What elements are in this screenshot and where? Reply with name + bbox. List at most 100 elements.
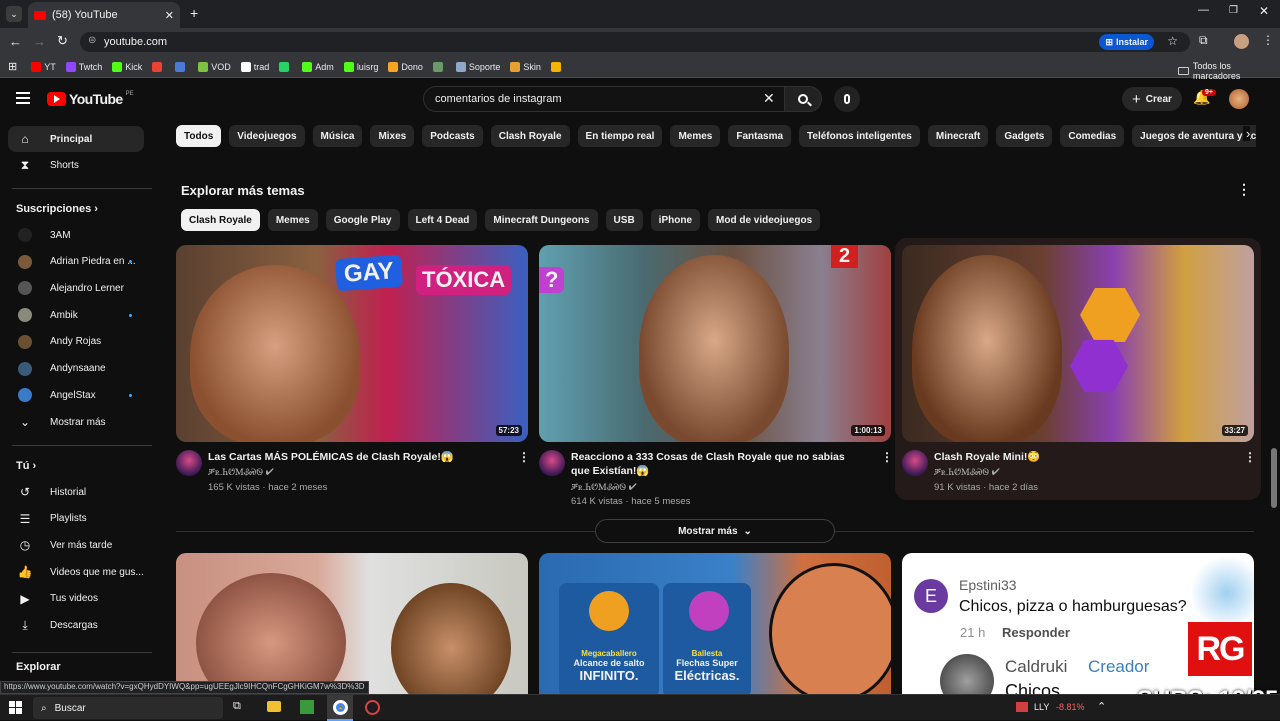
subscription-item[interactable]: Alejandro Lerner xyxy=(8,275,144,301)
tab-list-button[interactable]: ⌄ xyxy=(6,6,22,22)
channel-avatar[interactable] xyxy=(902,450,928,476)
show-more-subscriptions[interactable]: ⌄ Mostrar más xyxy=(8,409,144,435)
explore-chip-6[interactable]: iPhone xyxy=(650,209,701,231)
file-explorer-icon[interactable] xyxy=(267,701,281,712)
subscription-item[interactable]: Andynsaane xyxy=(8,356,144,382)
sidebar-item-watch-later[interactable]: ◷ Ver más tarde xyxy=(8,532,144,558)
site-info-icon[interactable]: ⊜ xyxy=(88,35,96,46)
channel-avatar[interactable] xyxy=(539,450,565,476)
guide-menu-icon[interactable] xyxy=(16,92,30,104)
address-bar[interactable]: ⊜ youtube.com ⊞ Instalar ☆ xyxy=(80,32,1190,52)
bookmark-item[interactable]: Dono xyxy=(388,61,423,72)
explore-chip-4[interactable]: Minecraft Dungeons xyxy=(485,209,598,231)
subscription-item[interactable]: Andy Rojas xyxy=(8,329,144,355)
bookmark-item[interactable]: Kick xyxy=(112,61,142,72)
channel-name[interactable]: ቓꭱ.ᏂᏬᎷᏰᏍᏫ ✔ xyxy=(571,480,637,495)
chip-8[interactable]: Fantasma xyxy=(728,125,792,147)
bookmark-item[interactable] xyxy=(550,61,564,72)
chip-5[interactable]: Clash Royale xyxy=(490,125,570,147)
sidebar-item-history[interactable]: ↺ Historial xyxy=(8,479,144,505)
windows-start-icon[interactable] xyxy=(9,701,22,714)
show-more-button[interactable]: Mostrar más ⌄ xyxy=(595,519,835,543)
subscriptions-header[interactable]: Suscripciones › xyxy=(16,203,98,215)
subscription-item[interactable]: 3AM xyxy=(8,222,144,248)
video-thumbnail[interactable] xyxy=(176,553,528,694)
forward-icon[interactable]: → xyxy=(33,34,46,49)
reload-icon[interactable]: ↻ xyxy=(57,33,68,49)
subscription-item[interactable]: Adrian Piedra en ... xyxy=(8,249,144,275)
chip-2[interactable]: Música xyxy=(312,125,363,147)
chrome-icon[interactable] xyxy=(327,695,353,721)
back-icon[interactable]: ← xyxy=(9,34,22,49)
bookmark-item[interactable] xyxy=(175,61,188,72)
explore-chip-1[interactable]: Memes xyxy=(267,209,318,231)
video-menu-icon[interactable]: ⋮ xyxy=(881,450,893,464)
chip-9[interactable]: Teléfonos inteligentes xyxy=(799,125,920,147)
explore-chip-3[interactable]: Left 4 Dead xyxy=(407,209,478,231)
channel-name[interactable]: ቓꭱ.ᏂᏬᎷᏰᏍᏫ ✔ xyxy=(934,465,1000,480)
close-tab-icon[interactable]: ✕ xyxy=(165,9,174,22)
you-header[interactable]: Tú › xyxy=(16,460,36,472)
explore-chip-5[interactable]: USB xyxy=(605,209,643,231)
minimize-button[interactable]: — xyxy=(1198,4,1209,16)
sidebar-item-principal[interactable]: ⌂ Principal xyxy=(8,126,144,152)
channel-avatar[interactable] xyxy=(176,450,202,476)
browser-tab[interactable]: (58) YouTube ✕ xyxy=(28,2,180,28)
sidebar-item-liked[interactable]: 👍 Videos que me gus... xyxy=(8,559,144,585)
minecraft-icon[interactable] xyxy=(300,700,314,714)
bookmark-item[interactable]: trad xyxy=(240,61,269,72)
chip-6[interactable]: En tiempo real xyxy=(577,125,663,147)
app-icon[interactable] xyxy=(365,700,380,715)
video-thumbnail[interactable]: GAY TÓXICA 57:23 xyxy=(176,245,528,442)
restore-button[interactable]: ❐ xyxy=(1229,5,1238,16)
chip-3[interactable]: Mixes xyxy=(370,125,415,147)
youtube-logo[interactable]: YouTube PE xyxy=(47,91,134,107)
chip-1[interactable]: Videojuegos xyxy=(229,125,305,147)
search-input[interactable]: comentarios de instagram xyxy=(423,86,787,112)
extensions-icon[interactable]: ⧉ xyxy=(1199,33,1208,48)
create-button[interactable]: + Crear xyxy=(1122,87,1182,111)
bookmark-item[interactable] xyxy=(152,61,165,72)
sidebar-item-your-videos[interactable]: ▶ Tus videos xyxy=(8,586,144,612)
bookmark-item[interactable]: Skin xyxy=(510,61,541,72)
video-title[interactable]: Reacciono a 333 Cosas de Clash Royale qu… xyxy=(571,450,866,478)
subscription-item[interactable]: AngelStax xyxy=(8,382,144,408)
all-bookmarks[interactable]: Todos los marcadores xyxy=(1178,61,1280,81)
bookmark-item[interactable]: VOD xyxy=(198,61,231,72)
chip-10[interactable]: Minecraft xyxy=(927,125,989,147)
taskbar-search[interactable]: ⌕ Buscar xyxy=(33,697,223,719)
explore-chip-7[interactable]: Mod de videojuegos xyxy=(708,209,821,231)
bookmark-item[interactable]: YT xyxy=(31,61,56,72)
menu-icon[interactable]: ⋮ xyxy=(1262,33,1274,47)
subscription-item[interactable]: Ambik xyxy=(8,302,144,328)
video-thumbnail[interactable]: 33:27 xyxy=(902,245,1254,442)
task-view-icon[interactable]: ⧉ xyxy=(233,700,241,713)
video-thumbnail[interactable]: ? 2 1:00:13 xyxy=(539,245,891,442)
bookmark-item[interactable]: Adm xyxy=(302,61,334,72)
sidebar-item-playlists[interactable]: ☰ Playlists xyxy=(8,506,144,532)
chip-0[interactable]: Todos xyxy=(176,125,222,147)
video-menu-icon[interactable]: ⋮ xyxy=(518,450,530,464)
chip-11[interactable]: Gadgets xyxy=(996,125,1053,147)
sidebar-item-downloads[interactable]: ⤓ Descargas xyxy=(8,613,144,639)
explore-chip-0[interactable]: Clash Royale xyxy=(181,209,260,231)
chip-4[interactable]: Podcasts xyxy=(422,125,483,147)
chip-13[interactable]: Juegos de aventura y acción xyxy=(1132,125,1256,147)
video-thumbnail[interactable]: Megacaballero Alcance de salto INFINITO.… xyxy=(539,553,891,694)
bookmark-star-icon[interactable]: ☆ xyxy=(1167,34,1178,48)
clear-search-icon[interactable]: ✕ xyxy=(763,90,775,107)
bookmark-item[interactable]: Soporte xyxy=(455,61,500,72)
bookmark-item[interactable] xyxy=(279,61,292,72)
bookmark-item[interactable]: luisrg xyxy=(343,61,378,72)
video-title[interactable]: Las Cartas MÁS POLÉMICAS de Clash Royale… xyxy=(208,450,503,464)
chip-12[interactable]: Comedias xyxy=(1060,125,1125,147)
channel-name[interactable]: ቓꭱ.ᏂᏬᎷᏰᏍᏫ ✔ xyxy=(208,465,274,480)
install-button[interactable]: ⊞ Instalar xyxy=(1099,34,1154,50)
explore-menu-icon[interactable]: ⋮ xyxy=(1237,181,1251,198)
chip-7[interactable]: Memes xyxy=(670,125,721,147)
close-window-button[interactable]: ✕ xyxy=(1259,4,1269,18)
new-tab-button[interactable]: + xyxy=(190,5,198,21)
explore-chip-2[interactable]: Google Play xyxy=(325,209,400,231)
video-title[interactable]: Clash Royale Mini!😳 xyxy=(934,450,1229,464)
account-avatar[interactable] xyxy=(1229,89,1249,109)
